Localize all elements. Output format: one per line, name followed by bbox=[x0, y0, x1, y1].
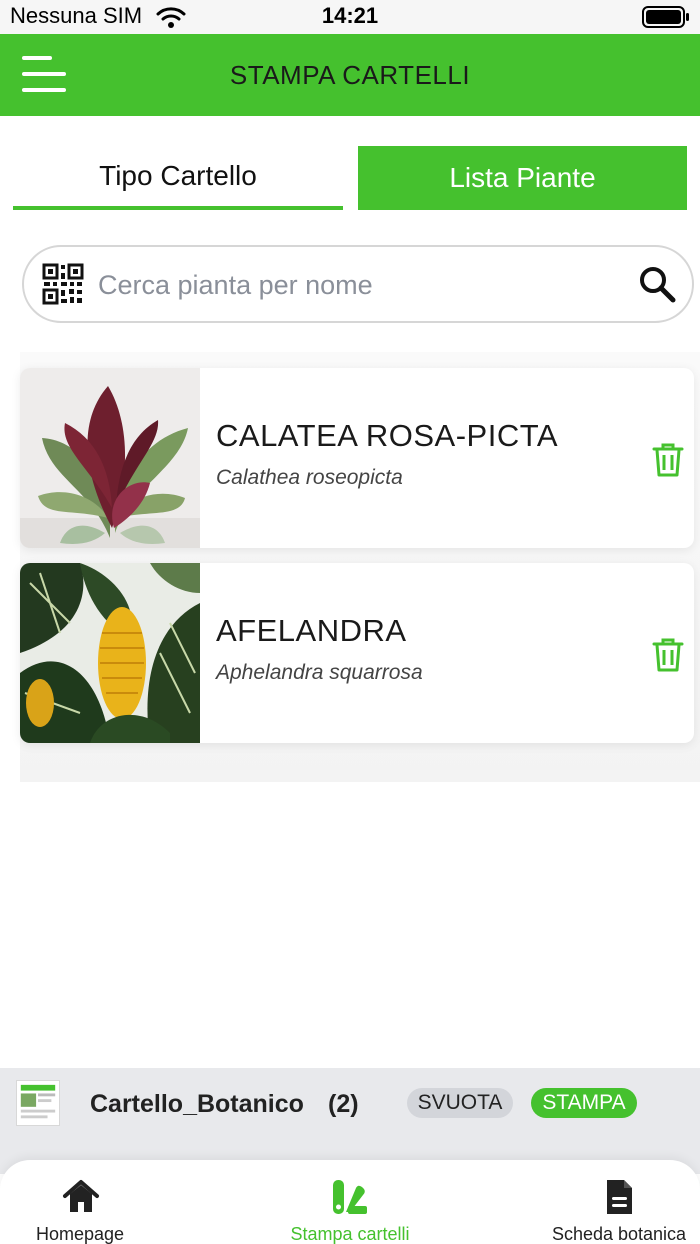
plant-list: CALATEA ROSA-PICTA Calathea roseopicta A… bbox=[20, 352, 700, 782]
cartello-name: Cartello_Botanico bbox=[90, 1090, 304, 1118]
print-summary-bar: Cartello_Botanico (2) SVUOTA STAMPA bbox=[0, 1068, 700, 1174]
tab-label: Tipo Cartello bbox=[99, 160, 257, 191]
qr-code-icon[interactable] bbox=[42, 263, 84, 305]
page-title: STAMPA CARTELLI bbox=[229, 60, 471, 90]
nav-label: Homepage bbox=[35, 1224, 125, 1244]
search-icon[interactable] bbox=[638, 265, 676, 303]
search-input[interactable] bbox=[98, 261, 618, 309]
tab-lista-piante[interactable]: Lista Piante bbox=[358, 146, 687, 210]
plant-name: AFELANDRA bbox=[216, 613, 407, 648]
trash-icon[interactable] bbox=[650, 442, 686, 478]
search-bar bbox=[22, 245, 694, 323]
clock: 14:21 bbox=[321, 3, 379, 28]
plant-list-item[interactable]: CALATEA ROSA-PICTA Calathea roseopicta bbox=[20, 368, 694, 548]
app-header: STAMPA CARTELLI bbox=[0, 34, 700, 116]
bottom-tab-bar: Homepage Stampa cartelli Scheda botanica bbox=[0, 1160, 700, 1244]
print-labels-icon bbox=[333, 1180, 367, 1214]
home-icon bbox=[63, 1180, 99, 1212]
plant-photo-calatea bbox=[20, 368, 200, 548]
tab-tipo-cartello[interactable]: Tipo Cartello bbox=[13, 146, 343, 210]
nav-stampa-cartelli[interactable]: Stampa cartelli bbox=[280, 1160, 420, 1244]
document-icon bbox=[607, 1180, 632, 1214]
plant-scientific-name: Calathea roseopicta bbox=[216, 466, 403, 489]
cartello-count: (2) bbox=[328, 1090, 359, 1118]
svuota-button[interactable]: SVUOTA bbox=[407, 1088, 513, 1118]
nav-scheda-botanica[interactable]: Scheda botanica bbox=[546, 1160, 692, 1244]
plant-photo-afelandra bbox=[20, 563, 200, 743]
stampa-button-label: STAMPA bbox=[542, 1091, 626, 1114]
tab-label: Lista Piante bbox=[449, 162, 596, 193]
plant-list-item[interactable]: AFELANDRA Aphelandra squarrosa bbox=[20, 563, 694, 743]
cartello-preview-thumbnail bbox=[16, 1080, 60, 1126]
nav-label: Stampa cartelli bbox=[290, 1224, 410, 1244]
nav-homepage[interactable]: Homepage bbox=[20, 1160, 140, 1244]
plant-scientific-name: Aphelandra squarrosa bbox=[216, 661, 423, 684]
plant-name: CALATEA ROSA-PICTA bbox=[216, 418, 559, 453]
nav-label: Scheda botanica bbox=[551, 1224, 687, 1244]
svuota-button-label: SVUOTA bbox=[417, 1091, 503, 1114]
trash-icon[interactable] bbox=[650, 637, 686, 673]
battery-icon bbox=[642, 6, 689, 28]
stampa-button[interactable]: STAMPA bbox=[531, 1088, 637, 1118]
status-bar: Nessuna SIM 14:21 bbox=[0, 0, 700, 34]
